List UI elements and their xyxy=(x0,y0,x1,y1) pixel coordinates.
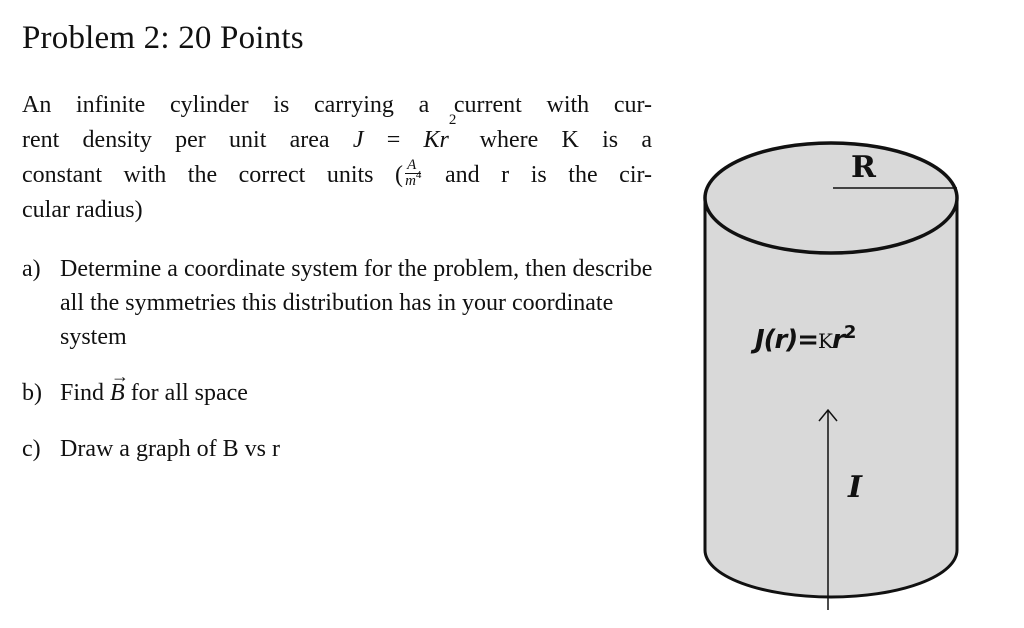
part-marker: c) xyxy=(22,436,41,462)
part-b: b) Find B for all space xyxy=(22,359,662,410)
statement-line-1: An infinite cylinder is carrying a curre… xyxy=(22,92,652,118)
part-marker: a) xyxy=(22,256,41,282)
part-text: Determine a coordinate system for the pr… xyxy=(60,256,653,350)
current-density-label: J(r)=Kr2 xyxy=(755,322,856,355)
current-label: I xyxy=(848,470,863,505)
cylinder-drawing xyxy=(703,141,959,628)
statement-line-4: cular radius) xyxy=(22,197,143,223)
vector-b: B xyxy=(110,359,129,410)
radius-label: R xyxy=(851,150,876,185)
statement-line-2: rent density per unit area J = Kr2 where… xyxy=(22,112,653,154)
problem-title: Problem 2: 20 Points xyxy=(22,20,304,56)
exponent: 2 xyxy=(448,112,457,128)
current-density-expression: Kr xyxy=(423,127,449,153)
part-marker: b) xyxy=(22,380,42,406)
units-fraction: Am4 xyxy=(405,156,422,189)
problem-statement: An infinite cylinder is carrying a curre… xyxy=(22,88,652,228)
cylinder-top xyxy=(703,141,959,255)
part-c: c) Draw a graph of B vs r xyxy=(22,432,662,466)
part-text: Draw a graph of B vs r xyxy=(60,436,280,462)
cylinder-figure: R J(r)=Kr2 I xyxy=(700,120,980,628)
statement-line-3: constant with the correct units (Am4 and… xyxy=(22,156,653,189)
cylinder-body xyxy=(703,198,959,599)
current-density-symbol: J xyxy=(352,127,364,153)
problem-parts: a) Determine a coordinate system for the… xyxy=(22,252,662,488)
part-a: a) Determine a coordinate system for the… xyxy=(22,252,662,354)
